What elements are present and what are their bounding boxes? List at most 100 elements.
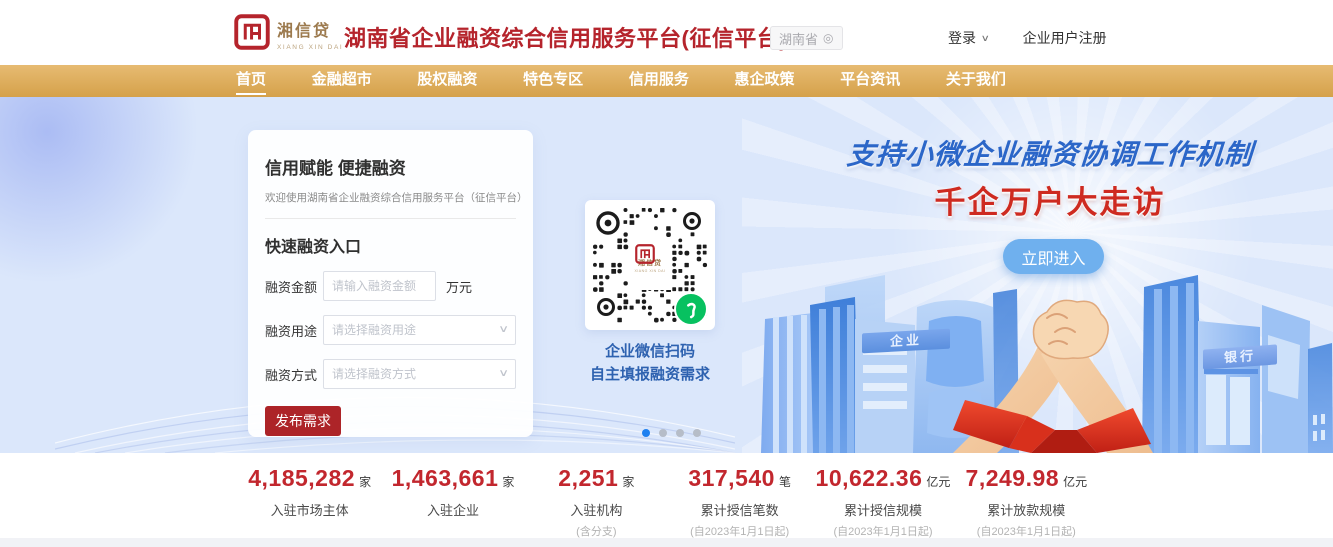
region-selector[interactable]: 湖南省 ◎ <box>770 26 843 50</box>
nav-item-platform-news[interactable]: 平台资讯 <box>840 65 900 97</box>
quick-financing-card: 信用赋能 便捷融资 欢迎使用湖南省企业融资综合信用服务平台（征信平台） 快速融资… <box>248 130 533 437</box>
nav-item-label: 惠企政策 <box>735 67 795 93</box>
stat-value-row: 317,540 笔 <box>668 465 811 492</box>
stat-credit-count: 317,540 笔 累计授信笔数 (自2023年1月1日起) <box>668 465 811 539</box>
method-select[interactable]: 请选择融资方式 ∨ <box>323 359 516 389</box>
nav-items: 首页 金融超市 股权融资 特色专区 信用服务 惠企政策 平台资讯 关于我们 <box>236 65 1006 97</box>
page: 湘信贷 XIANG XIN DAI 湖南省企业融资综合信用服务平台(征信平台) … <box>0 0 1333 547</box>
stat-unit: 亿元 <box>1063 473 1087 490</box>
wecom-icon <box>674 292 708 326</box>
chevron-down-icon: ∨ <box>981 33 990 44</box>
login-label: 登录 <box>948 28 976 48</box>
quick-entry-title: 快速融资入口 <box>265 233 516 257</box>
stat-value: 1,463,661 <box>392 465 499 492</box>
register-link[interactable]: 企业用户注册 <box>1023 28 1107 48</box>
form-row-amount: 融资金额 万元 <box>265 271 516 301</box>
amount-input[interactable] <box>323 271 436 301</box>
stat-value: 10,622.36 <box>816 465 923 492</box>
nav-item-about-us[interactable]: 关于我们 <box>946 65 1006 97</box>
stat-institutions: 2,251 家 入驻机构 (含分支) <box>525 465 668 539</box>
amount-label: 融资金额 <box>265 277 323 296</box>
stat-note: (自2023年1月1日起) <box>668 523 811 539</box>
region-label: 湖南省 <box>779 29 818 48</box>
stat-unit: 笔 <box>779 473 791 490</box>
stat-value-row: 10,622.36 亿元 <box>811 465 954 492</box>
stat-value: 2,251 <box>558 465 618 492</box>
qr-caption-line1: 企业微信扫码 <box>565 340 735 363</box>
card-title: 信用赋能 便捷融资 <box>265 154 516 179</box>
carousel-dot[interactable] <box>676 429 684 437</box>
stat-unit: 家 <box>622 473 634 490</box>
chevron-down-icon: ∨ <box>498 316 509 344</box>
main-nav: 首页 金融超市 股权融资 特色专区 信用服务 惠企政策 平台资讯 关于我们 <box>0 65 1333 97</box>
carousel-dot[interactable] <box>693 429 701 437</box>
nav-item-special-zone[interactable]: 特色专区 <box>523 65 583 97</box>
qr-center-logo: 湘信贷 XIANG XIN DAI <box>629 238 671 290</box>
stat-value-row: 7,249.98 亿元 <box>955 465 1098 492</box>
stat-label: 累计授信规模 <box>811 500 954 519</box>
stat-note: (自2023年1月1日起) <box>955 523 1098 539</box>
logo-text: 湘信贷 XIANG XIN DAI <box>277 14 343 51</box>
logo-name: 湘信贷 <box>277 17 343 41</box>
qr-logo-name-en: XIANG XIN DAI <box>634 269 665 273</box>
stat-note: (自2023年1月1日起) <box>811 523 954 539</box>
divider <box>265 218 516 219</box>
stat-label: 入驻机构 <box>525 500 668 519</box>
stat-value: 4,185,282 <box>248 465 355 492</box>
stat-label: 入驻市场主体 <box>238 500 381 519</box>
method-placeholder: 请选择融资方式 <box>332 367 416 381</box>
stat-note: (含分支) <box>525 523 668 539</box>
login-button[interactable]: 登录 ∨ <box>948 28 989 48</box>
logo[interactable]: 湘信贷 XIANG XIN DAI <box>234 14 343 51</box>
handshake-illustration <box>935 280 1170 453</box>
logo-seal-icon <box>635 244 655 264</box>
qr-caption: 企业微信扫码 自主填报融资需求 <box>565 340 735 386</box>
stats-bar: 4,185,282 家 入驻市场主体 1,463,661 家 入驻企业 2,25… <box>0 453 1333 538</box>
stat-market-entities: 4,185,282 家 入驻市场主体 <box>238 465 381 539</box>
nav-item-enterprise-policy[interactable]: 惠企政策 <box>735 65 795 97</box>
stat-credit-scale: 10,622.36 亿元 累计授信规模 (自2023年1月1日起) <box>811 465 954 539</box>
header-links: 登录 ∨ 企业用户注册 <box>948 28 1107 48</box>
carousel-dot[interactable] <box>642 429 650 437</box>
page-title: 湖南省企业融资综合信用服务平台(征信平台) <box>344 21 787 53</box>
banner-title: 支持小微企业融资协调工作机制 <box>769 133 1332 173</box>
carousel-dot[interactable] <box>659 429 667 437</box>
stat-unit: 家 <box>359 473 371 490</box>
stat-value-row: 4,185,282 家 <box>238 465 381 492</box>
logo-seal-icon <box>234 14 270 50</box>
stats-row: 4,185,282 家 入驻市场主体 1,463,661 家 入驻企业 2,25… <box>238 465 1098 539</box>
nav-item-label: 首页 <box>236 67 266 95</box>
publish-demand-button[interactable]: 发布需求 <box>265 406 341 436</box>
amount-unit: 万元 <box>446 277 472 296</box>
purpose-label: 融资用途 <box>265 321 323 340</box>
qr-code: 湘信贷 XIANG XIN DAI <box>585 200 715 330</box>
footer-strip <box>0 538 1333 547</box>
form-row-purpose: 融资用途 请选择融资用途 ∨ <box>265 315 516 345</box>
stat-unit: 亿元 <box>926 473 950 490</box>
method-label: 融资方式 <box>265 365 323 384</box>
nav-item-label: 平台资讯 <box>840 67 900 93</box>
stat-label: 累计放款规模 <box>955 500 1098 519</box>
chevron-down-icon: ∨ <box>498 360 509 388</box>
banner-subtitle: 千企万户大走访 <box>770 177 1330 222</box>
nav-item-credit-service[interactable]: 信用服务 <box>629 65 689 97</box>
nav-item-home[interactable]: 首页 <box>236 65 266 97</box>
nav-item-financial-market[interactable]: 金融超市 <box>312 65 372 97</box>
stat-value: 317,540 <box>688 465 775 492</box>
enter-now-button[interactable]: 立即进入 <box>1003 239 1104 274</box>
stat-value-row: 1,463,661 家 <box>381 465 524 492</box>
stat-loan-scale: 7,249.98 亿元 累计放款规模 (自2023年1月1日起) <box>955 465 1098 539</box>
hero-banner: 企业 银行 信用赋能 便捷融资 欢迎使用湖南省企业融资综合信用服务平台（征信平台… <box>0 97 1333 453</box>
location-icon: ◎ <box>823 32 833 44</box>
nav-item-label: 关于我们 <box>946 67 1006 93</box>
stat-value: 7,249.98 <box>966 465 1060 492</box>
nav-item-equity-financing[interactable]: 股权融资 <box>417 65 477 97</box>
form-row-method: 融资方式 请选择融资方式 ∨ <box>265 359 516 389</box>
stat-value-row: 2,251 家 <box>525 465 668 492</box>
stat-unit: 家 <box>502 473 514 490</box>
stat-label: 累计授信笔数 <box>668 500 811 519</box>
purpose-select[interactable]: 请选择融资用途 ∨ <box>323 315 516 345</box>
stat-enterprises: 1,463,661 家 入驻企业 <box>381 465 524 539</box>
qr-caption-line2: 自主填报融资需求 <box>565 363 735 386</box>
decor-blob <box>0 97 215 287</box>
